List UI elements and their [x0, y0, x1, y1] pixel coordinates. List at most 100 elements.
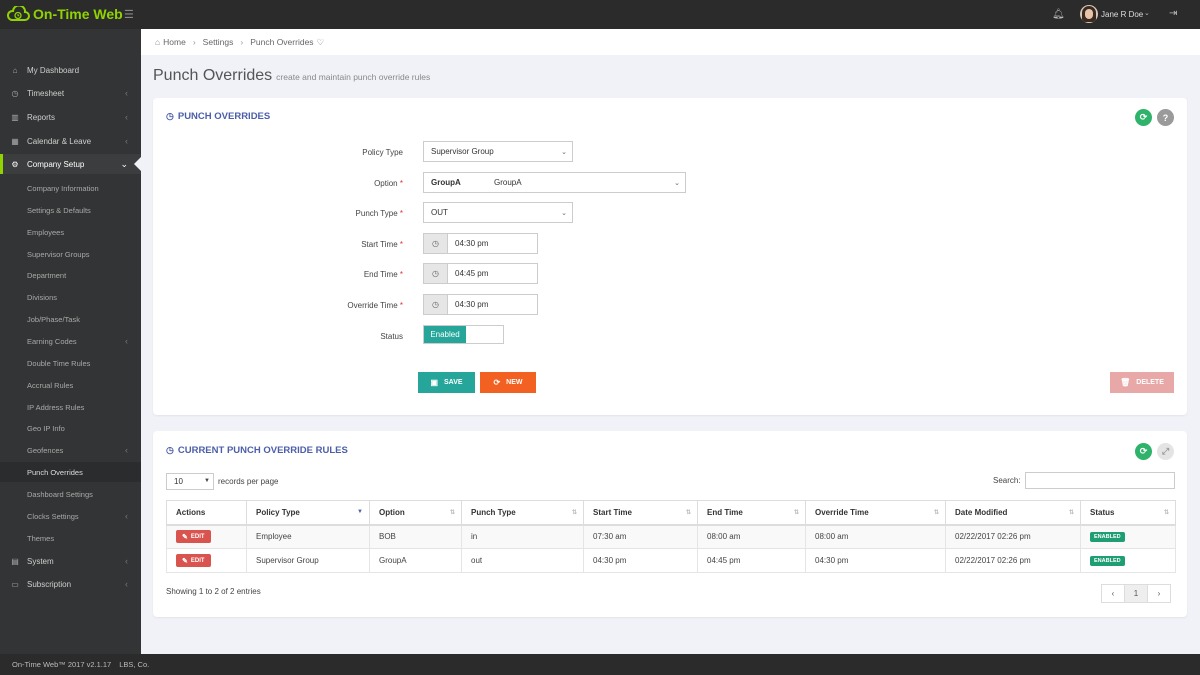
breadcrumb-settings[interactable]: Settings	[203, 37, 234, 47]
caret-down-icon: ▼	[204, 478, 210, 484]
menu-toggle-icon[interactable]: ☰	[124, 8, 134, 21]
sidebar-sub-accrual-rules[interactable]: Accrual Rules	[0, 375, 141, 395]
col-start-time[interactable]: Start Time ⇅	[583, 500, 698, 526]
chevron-down-icon[interactable]: ⌄	[1144, 9, 1150, 17]
policy-type-select[interactable]: Supervisor Group ⌄	[423, 141, 573, 162]
sidebar-sub-dashboard-settings[interactable]: Dashboard Settings	[0, 484, 141, 504]
sidebar-item-calendar[interactable]: ▦ Calendar & Leave ‹	[0, 131, 141, 151]
sidebar-sub-label: Geofences	[27, 445, 64, 455]
rules-table: Actions Policy Type ▼ Option ⇅ Punch Type ⇅…	[166, 500, 1176, 573]
sidebar-sub-themes[interactable]: Themes	[0, 528, 141, 548]
sidebar-sub-settings-defaults[interactable]: Settings & Defaults	[0, 200, 141, 220]
pager-page-1[interactable]: 1	[1124, 584, 1148, 603]
sidebar-item-subscription[interactable]: ▭ Subscription ‹	[0, 574, 141, 594]
sidebar-sub-geofences[interactable]: Geofences ‹	[0, 440, 141, 460]
punch-type-cell: out	[461, 548, 584, 573]
col-policy-type[interactable]: Policy Type ▼	[246, 500, 370, 526]
date-modified-cell: 02/22/2017 02:26 pm	[945, 548, 1081, 573]
sidebar-item-dashboard[interactable]: ⌂ My Dashboard	[0, 60, 141, 80]
override-rules-panel: ◷ CURRENT PUNCH OVERRIDE RULES ⟳ ⤢ 10 ▼ …	[153, 431, 1187, 617]
expand-icon[interactable]: ⤢	[1157, 443, 1174, 460]
pager-prev[interactable]: ‹	[1101, 584, 1125, 603]
page-length-select[interactable]: 10 ▼	[166, 473, 214, 490]
col-label: Status	[1090, 507, 1115, 517]
heart-icon[interactable]: ♡	[317, 37, 325, 48]
top-bar: On-Time Web ☰ 🔔︎ Jane R Doe ⌄ ⇥	[0, 0, 1200, 29]
clock-icon: ◷	[424, 295, 448, 314]
sort-icon: ⇅	[1068, 510, 1074, 516]
sidebar-sub-job-phase-task[interactable]: Job/Phase/Task	[0, 309, 141, 329]
save-label: SAVE	[444, 379, 463, 386]
sort-icon: ⇅	[933, 510, 939, 516]
sidebar-sub-double-time-rules[interactable]: Double Time Rules	[0, 353, 141, 373]
help-icon[interactable]: ?	[1157, 109, 1174, 126]
sort-icon: ⇅	[793, 510, 799, 516]
search-label: Search:	[993, 476, 1021, 485]
save-button[interactable]: ▣ SAVE	[418, 372, 475, 393]
sidebar-item-label: Reports	[27, 112, 56, 122]
refresh-icon[interactable]: ⟳	[1135, 109, 1152, 126]
avatar[interactable]	[1080, 5, 1098, 23]
override-time-input[interactable]: ◷ 04:30 pm	[423, 294, 538, 315]
status-toggle[interactable]: Enabled	[423, 325, 504, 344]
end-time-input[interactable]: ◷ 04:45 pm	[423, 263, 538, 284]
sidebar-item-reports[interactable]: ▥ Reports ‹	[0, 107, 141, 127]
start-time-cell: 07:30 am	[583, 524, 698, 549]
new-button[interactable]: ⟳ NEW	[480, 372, 536, 393]
sidebar-sub-clocks-settings[interactable]: Clocks Settings ‹	[0, 506, 141, 526]
sidebar-sub-employees[interactable]: Employees	[0, 222, 141, 242]
breadcrumb: ⌂ Home › Settings › Punch Overrides ♡	[141, 29, 1200, 55]
refresh-icon: ⟳	[493, 378, 501, 387]
breadcrumb-home[interactable]: Home	[163, 37, 186, 47]
edit-label: EDIT	[190, 533, 205, 540]
app-logo[interactable]: On-Time Web	[6, 6, 123, 22]
sidebar-item-system[interactable]: ▤ System ‹	[0, 551, 141, 571]
sidebar-item-label: Company Setup	[27, 159, 85, 169]
sidebar-sub-punch-overrides[interactable]: Punch Overrides	[0, 462, 141, 482]
col-label: Override Time	[815, 507, 869, 517]
required-marker: *	[399, 209, 403, 218]
page-header: Punch Overrides create and maintain punc…	[153, 67, 430, 85]
chevron-left-icon: ‹	[125, 88, 128, 98]
option-select[interactable]: GroupA GroupA ⌄	[423, 172, 686, 193]
edit-button[interactable]: ✎ EDIT	[176, 554, 211, 567]
calendar-icon: ▦	[11, 136, 19, 146]
status-label: Status	[380, 332, 403, 341]
user-name[interactable]: Jane R Doe	[1101, 10, 1143, 19]
search-input[interactable]	[1025, 472, 1175, 489]
punch-type-select[interactable]: OUT ⌄	[423, 202, 573, 223]
sidebar-item-company-setup[interactable]: ⚙ Company Setup ⌄	[0, 154, 141, 174]
col-label: Punch Type	[471, 507, 516, 517]
col-end-time[interactable]: End Time ⇅	[697, 500, 806, 526]
sidebar-item-timesheet[interactable]: ◷ Timesheet ‹	[0, 83, 141, 103]
sidebar-sub-divisions[interactable]: Divisions	[0, 287, 141, 307]
start-time-input[interactable]: ◷ 04:30 pm	[423, 233, 538, 254]
override-time-cell: 04:30 pm	[805, 548, 946, 573]
sort-icon: ⇅	[685, 510, 691, 516]
sidebar-sub-supervisor-groups[interactable]: Supervisor Groups	[0, 244, 141, 264]
footer: On-Time Web™ 2017 v2.1.17 LBS, Co.	[0, 654, 1200, 675]
col-date-modified[interactable]: Date Modified ⇅	[945, 500, 1081, 526]
col-status[interactable]: Status ⇅	[1080, 500, 1176, 526]
sidebar-sub-department[interactable]: Department	[0, 265, 141, 285]
bell-icon[interactable]: 🔔︎	[1052, 9, 1065, 20]
col-override-time[interactable]: Override Time ⇅	[805, 500, 946, 526]
pager-next[interactable]: ›	[1147, 584, 1171, 603]
sidebar-sub-ip-address-rules[interactable]: IP Address Rules	[0, 397, 141, 417]
refresh-icon[interactable]: ⟳	[1135, 443, 1152, 460]
edit-button[interactable]: ✎ EDIT	[176, 530, 211, 544]
table-info: Showing 1 to 2 of 2 entries	[166, 587, 261, 596]
col-punch-type[interactable]: Punch Type ⇅	[461, 500, 584, 526]
sidebar-sub-company-information[interactable]: Company Information	[0, 178, 141, 198]
policy-type-cell: Supervisor Group	[246, 548, 370, 573]
delete-button[interactable]: 🗑︎ DELETE	[1110, 372, 1174, 393]
chevron-down-icon: ⌄	[561, 149, 567, 156]
policy-type-value: Supervisor Group	[431, 147, 494, 156]
override-time-value: 04:30 pm	[455, 300, 489, 309]
col-option[interactable]: Option ⇅	[369, 500, 462, 526]
logout-icon[interactable]: ⇥	[1169, 8, 1177, 19]
sidebar-sub-geo-ip-info[interactable]: Geo IP Info	[0, 418, 141, 438]
sidebar-sub-earning-codes[interactable]: Earning Codes ‹	[0, 331, 141, 351]
page-length-value: 10	[174, 477, 183, 486]
clock-icon: ◷	[11, 88, 19, 98]
